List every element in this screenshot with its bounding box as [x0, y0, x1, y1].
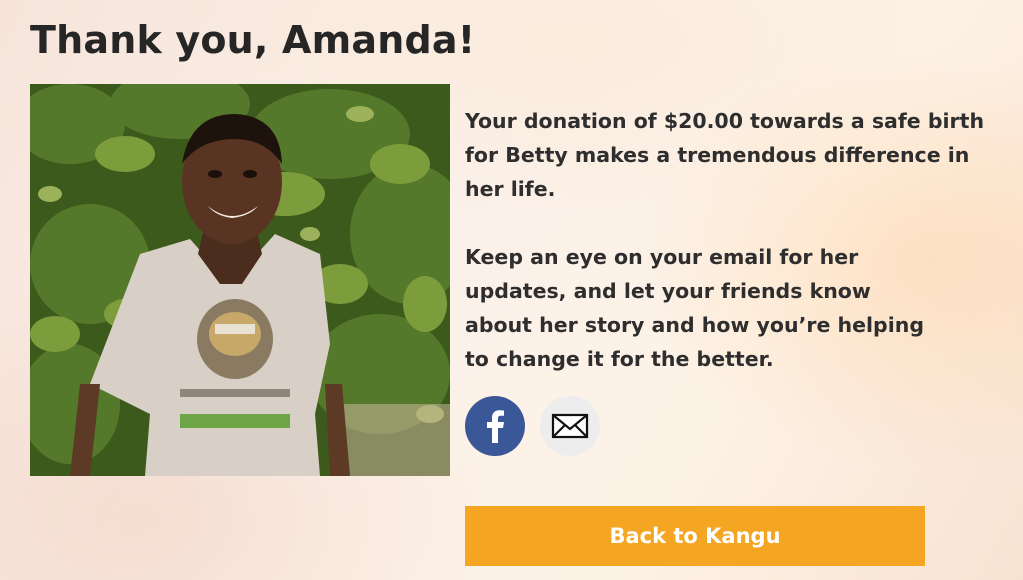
- donation-message: Your donation of $20.00 towards a safe b…: [465, 104, 1005, 376]
- envelope-icon: [551, 413, 589, 439]
- email-share-button[interactable]: [540, 396, 600, 456]
- facebook-icon: [487, 410, 504, 443]
- share-prompt-text: Keep an eye on your email for her update…: [465, 245, 925, 371]
- share-buttons: [465, 396, 600, 456]
- donation-confirmation-text: Your donation of $20.00 towards a safe b…: [465, 109, 985, 201]
- page-title: Thank you, Amanda!: [30, 18, 476, 62]
- back-to-kangu-button[interactable]: Back to Kangu: [465, 506, 925, 566]
- facebook-share-button[interactable]: [465, 396, 525, 456]
- beneficiary-photo: [30, 84, 450, 476]
